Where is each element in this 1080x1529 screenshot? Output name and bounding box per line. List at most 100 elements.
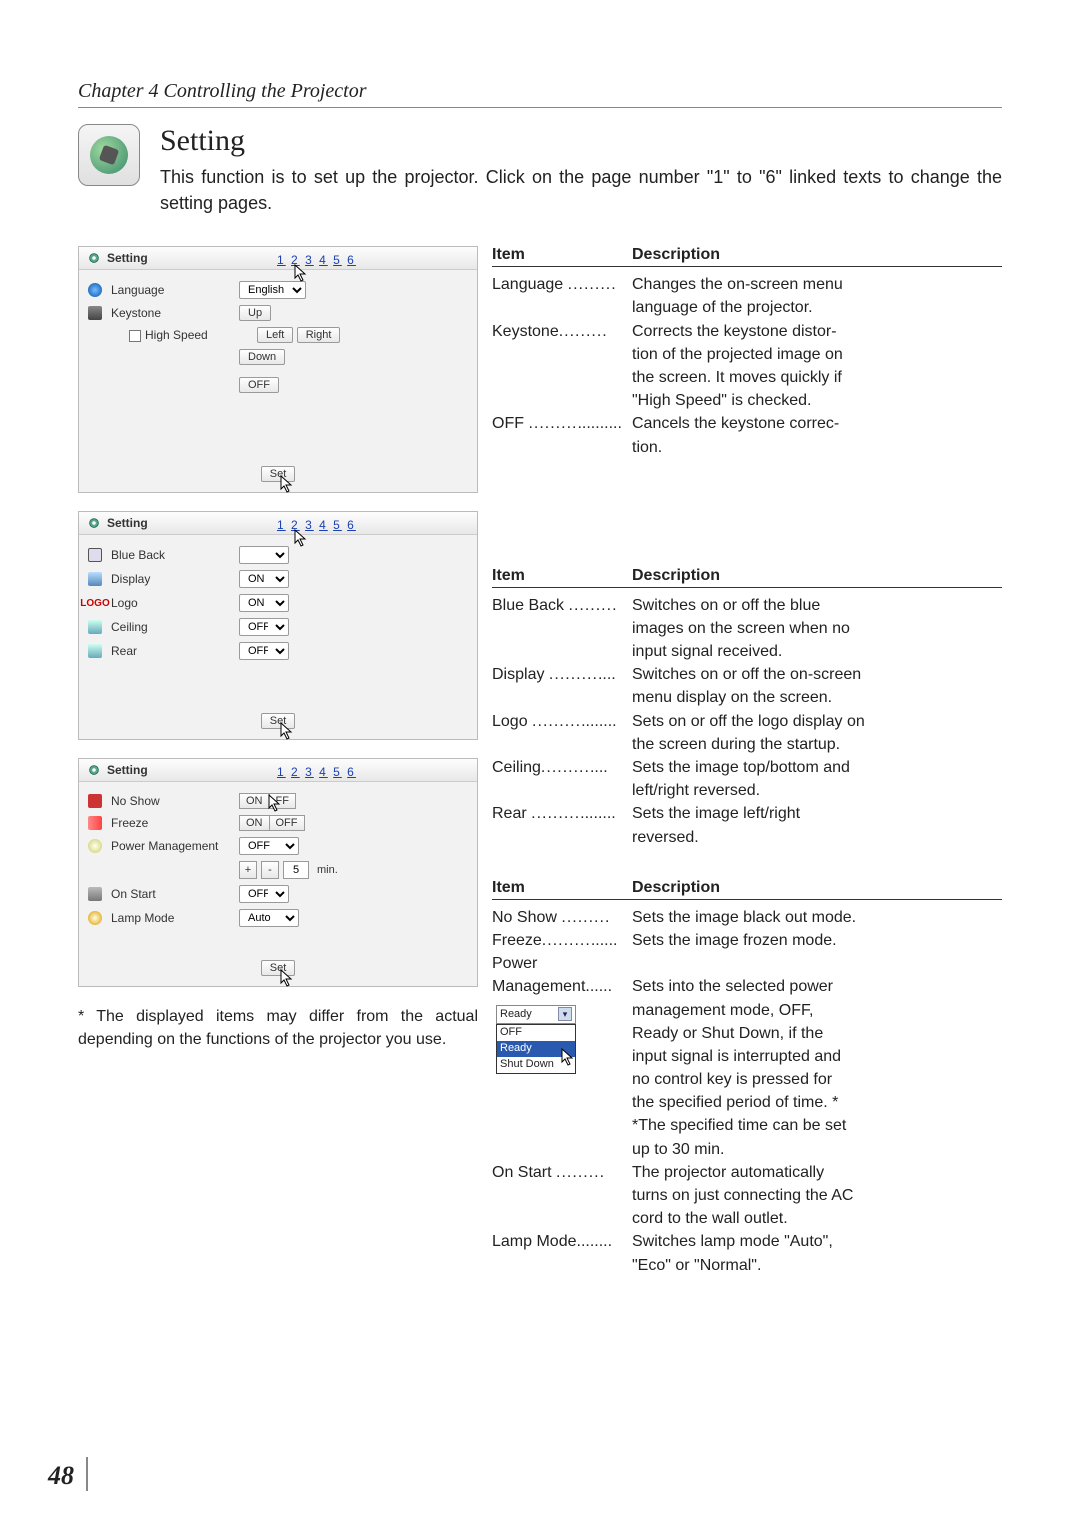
logo-label: Logo [111, 596, 231, 610]
lampmode-label: Lamp Mode [111, 911, 231, 925]
lampmode-select[interactable]: Auto [239, 909, 299, 927]
setting-panel-1: Setting 1 2 3 4 5 6 Language English [78, 246, 478, 493]
t3-item-4: On Start [492, 1164, 552, 1181]
ceiling-label: Ceiling [111, 620, 231, 634]
intro-paragraph: This function is to set up the projector… [160, 164, 1002, 216]
setting-panel-2: Setting 1 2 3 4 5 6 Blue Back [78, 511, 478, 740]
rear-label: Rear [111, 644, 231, 658]
page-link-2[interactable]: 2 [291, 765, 300, 779]
t2-item-1: Display [492, 666, 544, 683]
freeze-label: Freeze [111, 816, 231, 830]
page-link-4[interactable]: 4 [319, 765, 328, 779]
page-link-5[interactable]: 5 [333, 518, 342, 532]
page-links: 1 2 3 4 5 6 [277, 765, 356, 779]
gear-icon [87, 251, 101, 265]
page-link-1[interactable]: 1 [277, 253, 286, 267]
page-link-1[interactable]: 1 [277, 518, 286, 532]
powermgmt-select[interactable]: OFF [239, 837, 299, 855]
minutes-plus-button[interactable]: + [239, 861, 257, 879]
lampmode-icon [87, 910, 103, 926]
ceiling-select[interactable]: OFF [239, 618, 289, 636]
page-link-3[interactable]: 3 [305, 765, 314, 779]
language-select[interactable]: English [239, 281, 306, 299]
description-table-3: Item Description No Show Sets the image … [492, 879, 1002, 1277]
keystone-right-button[interactable]: Right [297, 327, 341, 343]
t1-item-2: OFF [492, 415, 524, 432]
page-title: Setting [160, 124, 1002, 158]
keystone-off-button[interactable]: OFF [239, 377, 279, 393]
col-head-item: Item [492, 246, 632, 264]
powermgmt-icon [87, 838, 103, 854]
t2-item-0: Blue Back [492, 597, 564, 614]
page-link-5[interactable]: 5 [333, 253, 342, 267]
blueback-icon [87, 547, 103, 563]
t2-item-4: Rear [492, 805, 527, 822]
freeze-on-button[interactable]: ON [239, 815, 270, 831]
logo-select[interactable]: ON [239, 594, 289, 612]
page-link-4[interactable]: 4 [319, 518, 328, 532]
t3-item-5: Lamp Mode [492, 1233, 577, 1250]
page-link-5[interactable]: 5 [333, 765, 342, 779]
gear-icon [87, 516, 101, 530]
onstart-icon [87, 886, 103, 902]
freeze-icon [87, 815, 103, 831]
chapter-header: Chapter 4 Controlling the Projector [78, 80, 1002, 108]
col-head-item: Item [492, 879, 632, 897]
page-number-rule [86, 1457, 88, 1491]
cursor-icon [279, 968, 295, 988]
col-head-desc: Description [632, 879, 720, 897]
powermgmt-label: Power Management [111, 839, 231, 853]
onstart-label: On Start [111, 887, 231, 901]
language-icon [87, 282, 103, 298]
page-link-6[interactable]: 6 [347, 253, 356, 267]
page-link-6[interactable]: 6 [347, 765, 356, 779]
cursor-icon [293, 528, 309, 548]
freeze-off-button[interactable]: OFF [269, 815, 305, 831]
blueback-select[interactable] [239, 546, 289, 564]
panel-title: Setting [107, 763, 148, 777]
page-links: 1 2 3 4 5 6 [277, 253, 356, 267]
t3-item-3: Management [492, 978, 585, 995]
page-link-6[interactable]: 6 [347, 518, 356, 532]
minutes-minus-button[interactable]: - [261, 861, 279, 879]
keystone-left-button[interactable]: Left [257, 327, 293, 343]
keystone-label: Keystone [111, 306, 231, 320]
ceiling-icon [87, 619, 103, 635]
dropdown-option[interactable]: OFF [497, 1025, 575, 1041]
cursor-icon [293, 263, 309, 283]
t1-item-0: Language [492, 276, 563, 293]
t3-item-0: No Show [492, 909, 557, 926]
col-head-item: Item [492, 567, 632, 585]
display-select[interactable]: ON [239, 570, 289, 588]
minutes-unit: min. [317, 864, 338, 876]
high-speed-label: High Speed [145, 328, 208, 342]
t3-item-2: Power [492, 955, 537, 972]
cursor-icon [279, 721, 295, 741]
t2-item-2: Logo [492, 713, 528, 730]
page-link-4[interactable]: 4 [319, 253, 328, 267]
onstart-select[interactable]: OFF [239, 885, 289, 903]
keystone-up-button[interactable]: Up [239, 305, 271, 321]
keystone-down-button[interactable]: Down [239, 349, 285, 365]
gear-icon [87, 763, 101, 777]
panel-title: Setting [107, 251, 148, 265]
footnote: * The displayed items may differ from th… [78, 1005, 478, 1051]
description-table-2: Item Description Blue Back Switches on o… [492, 567, 1002, 849]
cursor-icon [267, 793, 283, 813]
t3-item-1: Freeze [492, 932, 542, 949]
description-table-1: Item Description Language Changes the on… [492, 246, 1002, 459]
panel-title: Setting [107, 516, 148, 530]
rear-select[interactable]: OFF [239, 642, 289, 660]
page-link-1[interactable]: 1 [277, 765, 286, 779]
high-speed-checkbox[interactable] [129, 330, 141, 342]
t1-desc: Changes the on-screen menu [632, 273, 1002, 296]
rear-icon [87, 643, 103, 659]
noshow-on-button[interactable]: ON [239, 793, 270, 809]
chevron-down-icon[interactable]: ▾ [558, 1007, 572, 1021]
display-icon [87, 571, 103, 587]
minutes-input[interactable] [283, 861, 309, 879]
blueback-label: Blue Back [111, 548, 231, 562]
page-number: 48 [48, 1461, 74, 1491]
setting-panel-3: Setting 1 2 3 4 5 6 No Show ONFF [78, 758, 478, 987]
t2-item-3: Ceiling [492, 759, 541, 776]
